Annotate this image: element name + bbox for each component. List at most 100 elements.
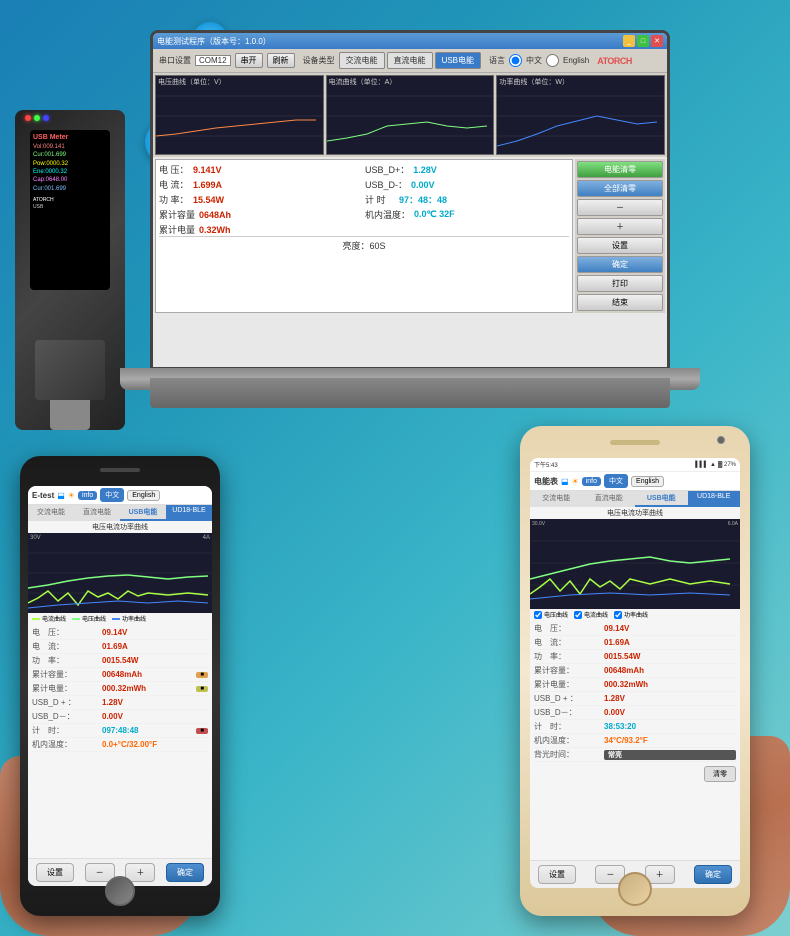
usb-minus-value-left: 0.00V (102, 712, 208, 721)
device-type-section: 设备类型 交流电能 直流电能 USB电能 (303, 52, 481, 69)
temp-label: 机内温度： (365, 208, 410, 221)
atorch-logo: ATORCH (597, 56, 632, 66)
energy-row-left: 累计电量： 000.32mWh ■ (32, 682, 208, 696)
tab-usb-left[interactable]: USB电能 (120, 505, 166, 521)
confirm-btn-left[interactable]: 确定 (166, 863, 204, 882)
app-ui-left: E-test ⬓ ☀ info 中文 English 交流电能 直流电能 USB… (28, 486, 212, 886)
usb-minus-label-right: USB_D－： (534, 707, 604, 718)
legend-current-checkbox-right[interactable] (574, 611, 582, 619)
app-tabs-right: 交流电能 直流电能 USB电能 UD18-BLE (530, 491, 740, 507)
voltage-data-row: 电 压： 9.141V (159, 163, 363, 176)
phone-speaker-left (100, 468, 140, 472)
current-row-left: 电 流： 01.69A (32, 640, 208, 654)
tab-ac-right[interactable]: 交流电能 (530, 491, 583, 507)
end-button[interactable]: 结束 (577, 294, 663, 311)
bt-icon-left: ⬓ (57, 491, 65, 500)
current-chart: 电流曲线（单位：A） (326, 75, 495, 155)
lang-en-btn-left[interactable]: English (127, 490, 160, 501)
power-label-right: 功 率： (534, 651, 604, 662)
tab-ac-left[interactable]: 交流电能 (28, 505, 74, 521)
full-clear-button[interactable]: 全部清零 (577, 180, 663, 197)
usb-plus-value-left: 1.28V (102, 698, 208, 707)
energy-row-right: 累计电量： 000.32mWh (534, 678, 736, 692)
dc-power-button[interactable]: 直流电能 (387, 52, 433, 69)
lang-en-radio[interactable] (546, 54, 559, 67)
sun-icon-right: ☀ (572, 477, 579, 486)
info-badge-right[interactable]: info (582, 477, 601, 486)
current-value-right: 01.69A (604, 638, 736, 647)
print-button[interactable]: 打印 (577, 275, 663, 292)
home-button-right[interactable] (618, 872, 652, 906)
power-row-left: 功 率： 0015.54W (32, 654, 208, 668)
current-label-left: 电 流： (32, 641, 102, 652)
tab-usb-right[interactable]: USB电能 (635, 491, 688, 507)
usb-dp-data-row: USB_D+： 1.28V (365, 163, 569, 176)
legend-power-checkbox-right[interactable] (614, 611, 622, 619)
usb-plus-label-left: USB_D + ： (32, 697, 102, 708)
usb-plus-label-right: USB_D + ： (534, 693, 604, 704)
language-section: 语言 中文 English (489, 54, 589, 67)
legend-voltage-label-right: 电压曲线 (544, 610, 568, 619)
usb-minus-row-right: USB_D－： 0.00V (534, 706, 736, 720)
tab-dc-left[interactable]: 直流电能 (74, 505, 120, 521)
voltage-current-chart-left: 30V 4A (28, 533, 212, 613)
chart-y-right-right: 6.0A (728, 521, 738, 527)
port-value[interactable]: COM12 (195, 55, 231, 66)
info-badge-left[interactable]: info (78, 491, 97, 500)
language-radio-group: 中文 English (509, 54, 589, 67)
laptop: 电能测试程序（版本号：1.0.0） _ □ ✕ 串口设置 COM12 串开 刷新… (120, 30, 680, 420)
settings-btn-left[interactable]: 设置 (36, 863, 74, 882)
minimize-button[interactable]: _ (623, 35, 635, 47)
elec-clear-button[interactable]: 电能清零 (577, 161, 663, 178)
legend-current-left: 电流曲线 (32, 614, 66, 623)
energy-value-right: 000.32mWh (604, 680, 736, 689)
current-value-left: 01.69A (102, 642, 208, 651)
chart-svg-right (530, 519, 740, 609)
clear-btn-right[interactable]: 清零 (704, 766, 736, 782)
voltage-row-right: 电 压： 09.14V (534, 622, 736, 636)
timer-label-left: 计 时： (32, 725, 102, 736)
timer-row-right: 计 时： 38:53:20 (534, 720, 736, 734)
lang-cn-label: 中文 (526, 55, 542, 66)
tab-ble-left[interactable]: UD18-BLE (166, 505, 212, 521)
plus-button[interactable]: ＋ (577, 218, 663, 235)
tab-dc-right[interactable]: 直流电能 (583, 491, 636, 507)
lang-en-btn-right[interactable]: English (631, 476, 664, 487)
phone-screen-right: 下午5:43 ▌▌▌ ▲ ▓ 27% 电能表 ⬓ ☀ info 中文 Engli… (530, 458, 740, 888)
timer-data-row: 计 时 97：48：48 (365, 193, 569, 206)
lang-label: 语言 (489, 55, 505, 66)
device-type-label: 设备类型 (303, 55, 335, 66)
usb-power-button[interactable]: USB电能 (435, 52, 481, 69)
temp-row-left: 机内温度： 0.0+°C/32.00°F (32, 738, 208, 752)
usb-dm-display: 0.00V (411, 180, 435, 190)
timer-label-right: 计 时： (534, 721, 604, 732)
ac-power-button[interactable]: 交流电能 (339, 52, 385, 69)
legend-voltage-checkbox-right[interactable] (534, 611, 542, 619)
lang-cn-radio[interactable] (509, 54, 522, 67)
home-button-left[interactable] (105, 876, 135, 906)
confirm-sw-button[interactable]: 确定 (577, 256, 663, 273)
usb-dp-display: 1.28V (413, 165, 437, 175)
refresh-button[interactable]: 刷新 (267, 53, 295, 68)
confirm-btn-right[interactable]: 确定 (694, 865, 732, 884)
maximize-button[interactable]: □ (637, 35, 649, 47)
tab-ble-right[interactable]: UD18-BLE (688, 491, 741, 507)
open-port-button[interactable]: 串开 (235, 53, 263, 68)
phone-camera-right (717, 436, 725, 444)
capacity-display: 0648Ah (199, 210, 231, 220)
lang-cn-btn-right[interactable]: 中文 (604, 474, 628, 488)
chart-title-right: 电压电流功率曲线 (530, 507, 740, 519)
power-value-right: 0015.54W (604, 652, 736, 661)
close-button[interactable]: ✕ (651, 35, 663, 47)
settings-btn-right[interactable]: 设置 (538, 865, 576, 884)
lang-cn-btn-left[interactable]: 中文 (100, 488, 124, 502)
legend-voltage-left: 电压曲线 (72, 614, 106, 623)
sw-data-controls-row: 电 压： 9.141V USB_D+： 1.28V 电 流： 1.699A (153, 157, 667, 315)
sw-title: 电能测试程序（版本号：1.0.0） (157, 36, 271, 47)
legend-current-label-left: 电流曲线 (42, 614, 66, 623)
app-data-section-right: 电 压： 09.14V 电 流： 01.69A 功 率： 0015.54W 累计… (530, 620, 740, 764)
port-section: 串口设置 COM12 串开 刷新 (159, 53, 295, 68)
settings-sw-button[interactable]: 设置 (577, 237, 663, 254)
minus-button[interactable]: － (577, 199, 663, 216)
capacity-label-left: 累计容量： (32, 669, 102, 680)
